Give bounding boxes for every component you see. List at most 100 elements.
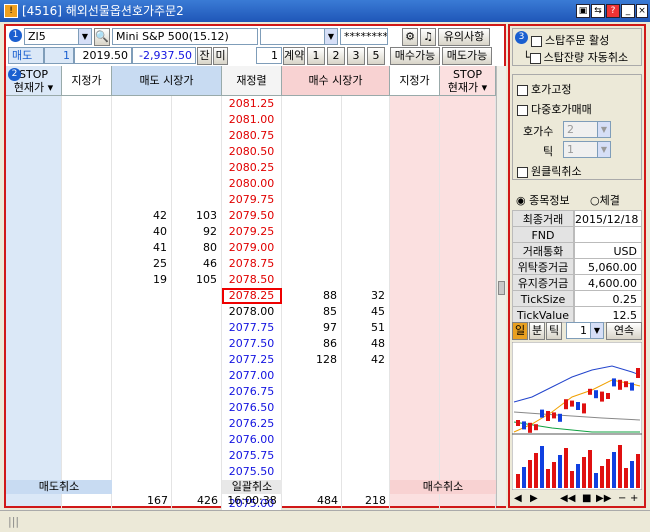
buy-limit-cell[interactable] — [390, 288, 440, 304]
sell-limit-cell[interactable] — [62, 128, 112, 144]
buy-stop-cell[interactable] — [440, 256, 496, 272]
checkbox-icon[interactable] — [531, 35, 542, 47]
chevron-down-icon[interactable]: ▼ — [597, 122, 610, 137]
buy-stop-cell[interactable] — [440, 400, 496, 416]
sell-limit-cell[interactable] — [62, 96, 112, 112]
scroll-thumb[interactable] — [498, 281, 505, 295]
buy-limit-cell[interactable] — [390, 400, 440, 416]
buy-stop-cell[interactable] — [440, 144, 496, 160]
buy-limit-cell[interactable] — [390, 304, 440, 320]
nav-left-icon[interactable]: ◀ — [514, 492, 522, 506]
multi-quote-toggle[interactable]: 다중호가매매 — [517, 101, 592, 117]
sell-stop-cell[interactable] — [6, 240, 62, 256]
qty-button-3[interactable]: 3 — [347, 47, 365, 65]
chevron-down-icon[interactable]: ▼ — [78, 29, 91, 44]
notice-button[interactable]: 유의사항 — [438, 28, 490, 46]
sell-limit-cell[interactable] — [62, 304, 112, 320]
buy-limit-cell[interactable] — [390, 112, 440, 128]
buy-stop-cell[interactable] — [440, 288, 496, 304]
buy-limit-cell[interactable] — [390, 448, 440, 464]
sell-limit-cell[interactable] — [62, 384, 112, 400]
sell-stop-mode[interactable]: 현재가 ▾ — [6, 81, 61, 94]
sell-stop-cell[interactable] — [6, 96, 62, 112]
buy-limit-cell[interactable] — [390, 96, 440, 112]
buy-limit-cell[interactable] — [390, 368, 440, 384]
buy-stop-cell[interactable] — [440, 240, 496, 256]
qty-button-5[interactable]: 5 — [367, 47, 385, 65]
chevron-down-icon[interactable]: ▼ — [324, 29, 337, 44]
sell-limit-cell[interactable] — [62, 336, 112, 352]
forward-icon[interactable]: ▶▶ — [596, 492, 611, 506]
buy-limit-cell[interactable] — [390, 464, 440, 480]
buy-stop-cell[interactable] — [440, 208, 496, 224]
buy-limit-cell[interactable] — [390, 416, 440, 432]
sell-limit-cell[interactable] — [62, 448, 112, 464]
one-click-cancel-toggle[interactable]: 원클릭취소 — [517, 163, 582, 179]
buy-stop-cell[interactable] — [440, 448, 496, 464]
quote-count-select[interactable]: 2 ▼ — [563, 121, 611, 138]
sell-limit-cell[interactable] — [62, 240, 112, 256]
zoom-in-icon[interactable]: + — [630, 492, 638, 506]
buy-limit-cell[interactable] — [390, 272, 440, 288]
vertical-scrollbar[interactable] — [496, 66, 506, 506]
unfilled-button[interactable]: 미 — [213, 47, 228, 65]
buy-limit-cell[interactable] — [390, 192, 440, 208]
buy-limit-cell[interactable] — [390, 432, 440, 448]
sell-cancel-button[interactable]: 매도취소 — [6, 480, 112, 494]
contract-qty-input[interactable]: 1 — [256, 47, 282, 64]
sell-stop-cell[interactable] — [6, 160, 62, 176]
radio-icon[interactable]: ○ — [590, 194, 600, 207]
sell-stop-cell[interactable] — [6, 128, 62, 144]
sell-limit-cell[interactable] — [62, 192, 112, 208]
password-input[interactable]: ******** — [340, 28, 388, 45]
sell-stop-cell[interactable] — [6, 208, 62, 224]
sell-limit-cell[interactable] — [62, 272, 112, 288]
buy-stop-cell[interactable] — [440, 432, 496, 448]
qty-button-1[interactable]: 1 — [307, 47, 325, 65]
sell-limit-cell[interactable] — [62, 208, 112, 224]
buy-limit-cell[interactable] — [390, 384, 440, 400]
buy-limit-cell[interactable] — [390, 128, 440, 144]
buy-stop-cell[interactable] — [440, 224, 496, 240]
chevron-down-icon[interactable]: ▾ — [482, 81, 488, 94]
stop-order-toggle[interactable]: 스탑주문 활성 — [531, 32, 609, 48]
chevron-down-icon[interactable]: ▼ — [597, 142, 610, 157]
sell-stop-cell[interactable] — [6, 448, 62, 464]
sell-stop-cell[interactable] — [6, 384, 62, 400]
buy-stop-cell[interactable] — [440, 416, 496, 432]
buy-market-button[interactable]: 매수 시장가 — [282, 66, 390, 96]
buy-stop-mode[interactable]: 현재가 ▾ — [440, 81, 495, 94]
sell-stop-cell[interactable] — [6, 432, 62, 448]
sell-stop-cell[interactable] — [6, 224, 62, 240]
sell-limit-cell[interactable] — [62, 144, 112, 160]
link-icon[interactable]: ⇆ — [591, 4, 605, 18]
buy-stop-cell[interactable] — [440, 304, 496, 320]
buy-stop-cell[interactable] — [440, 464, 496, 480]
sell-stop-cell[interactable] — [6, 288, 62, 304]
sell-limit-cell[interactable] — [62, 320, 112, 336]
sell-limit-cell[interactable] — [62, 352, 112, 368]
realign-button[interactable]: 재정렬 — [222, 66, 282, 96]
sell-stop-cell[interactable] — [6, 144, 62, 160]
stop-auto-cancel-toggle[interactable]: └ 스탑잔량 자동취소 — [523, 49, 628, 65]
balance-button[interactable]: 잔 — [197, 47, 212, 65]
sell-limit-cell[interactable] — [62, 160, 112, 176]
settings-icon[interactable]: ⚙ — [402, 28, 418, 46]
buy-limit-cell[interactable] — [390, 352, 440, 368]
help-icon[interactable]: ? — [606, 4, 620, 18]
period-tab-tick[interactable]: 틱 — [546, 322, 562, 340]
sell-limit-cell[interactable] — [62, 368, 112, 384]
sell-stop-cell[interactable] — [6, 192, 62, 208]
buy-stop-cell[interactable] — [440, 176, 496, 192]
sell-stop-cell[interactable] — [6, 304, 62, 320]
sell-stop-cell[interactable] — [6, 416, 62, 432]
sell-limit-cell[interactable] — [62, 432, 112, 448]
tab-exec[interactable]: ○체결 — [590, 192, 620, 208]
radio-selected-icon[interactable]: ◉ — [516, 194, 526, 207]
continuous-button[interactable]: 연속 — [606, 322, 642, 340]
zoom-out-icon[interactable]: − — [618, 492, 626, 506]
checkbox-icon[interactable] — [517, 84, 528, 96]
buy-limit-cell[interactable] — [390, 256, 440, 272]
buy-stop-cell[interactable] — [440, 336, 496, 352]
sell-stop-cell[interactable] — [6, 176, 62, 192]
